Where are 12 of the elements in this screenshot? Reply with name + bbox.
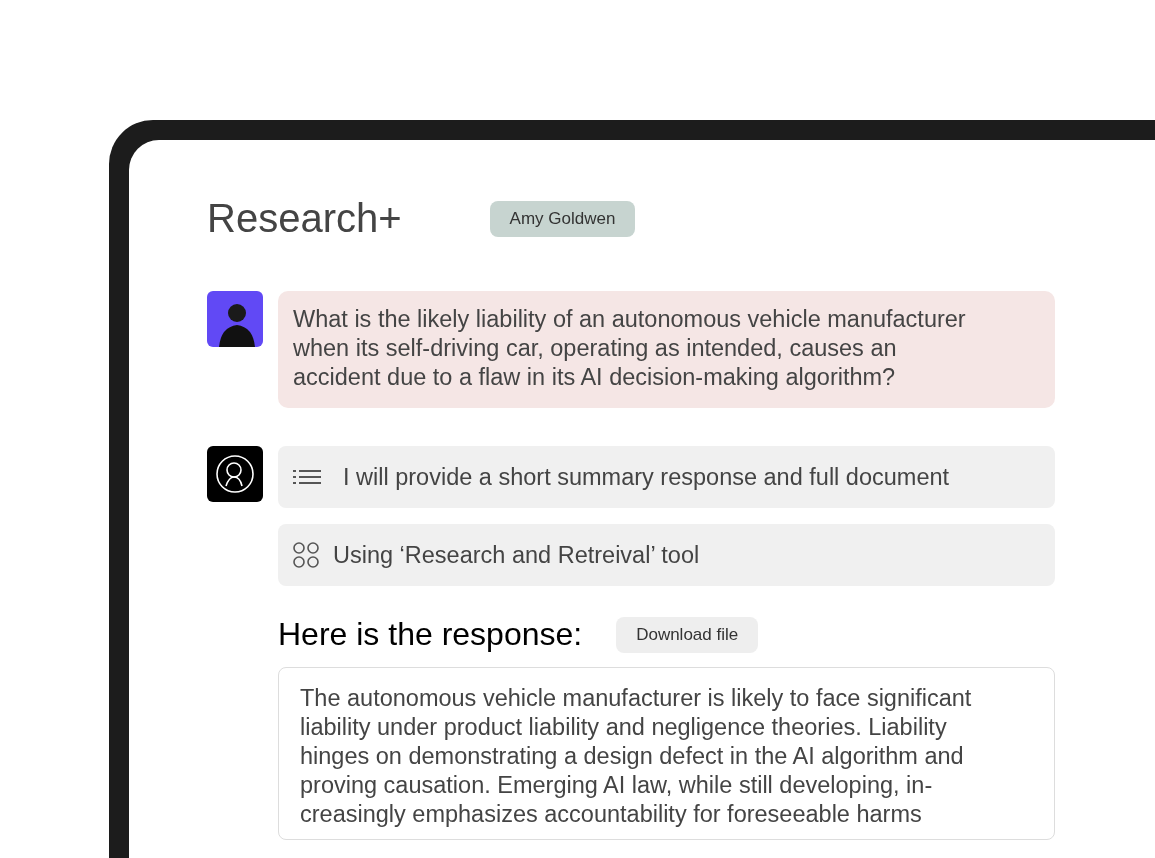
assistant-avatar-icon [207, 446, 263, 502]
status-text: I will provide a short summary response and full document [343, 463, 950, 491]
app-title: Research+ [207, 196, 402, 241]
response-text: The autonomous vehicle manufacturer is likely to face significant liability under product liability and negligence theories. Liability hinges on demonstrating a design defect in the AI algorithm and proving causation. Emerging AI law, while still developing, in- creasingly emphasizes accountability for foreseeable harms [300, 684, 973, 829]
user-avatar-photo-placeholder [207, 291, 263, 347]
status-text: Using ‘Research and Retreival’ tool [333, 541, 700, 569]
user-name-tag: Amy Goldwen [489, 200, 636, 237]
response-heading: Here is the response: [278, 616, 583, 653]
download-file-button[interactable]: Download file [616, 616, 759, 653]
user-question-bubble: What is the likely liability of an autonomous vehicle manufacturer when its self-driving car, operating as intended, causes an accident due to a flaw in its AI decision-making algorithm? [278, 291, 1055, 408]
four-circles-icon [293, 542, 319, 568]
list-icon [293, 469, 321, 485]
